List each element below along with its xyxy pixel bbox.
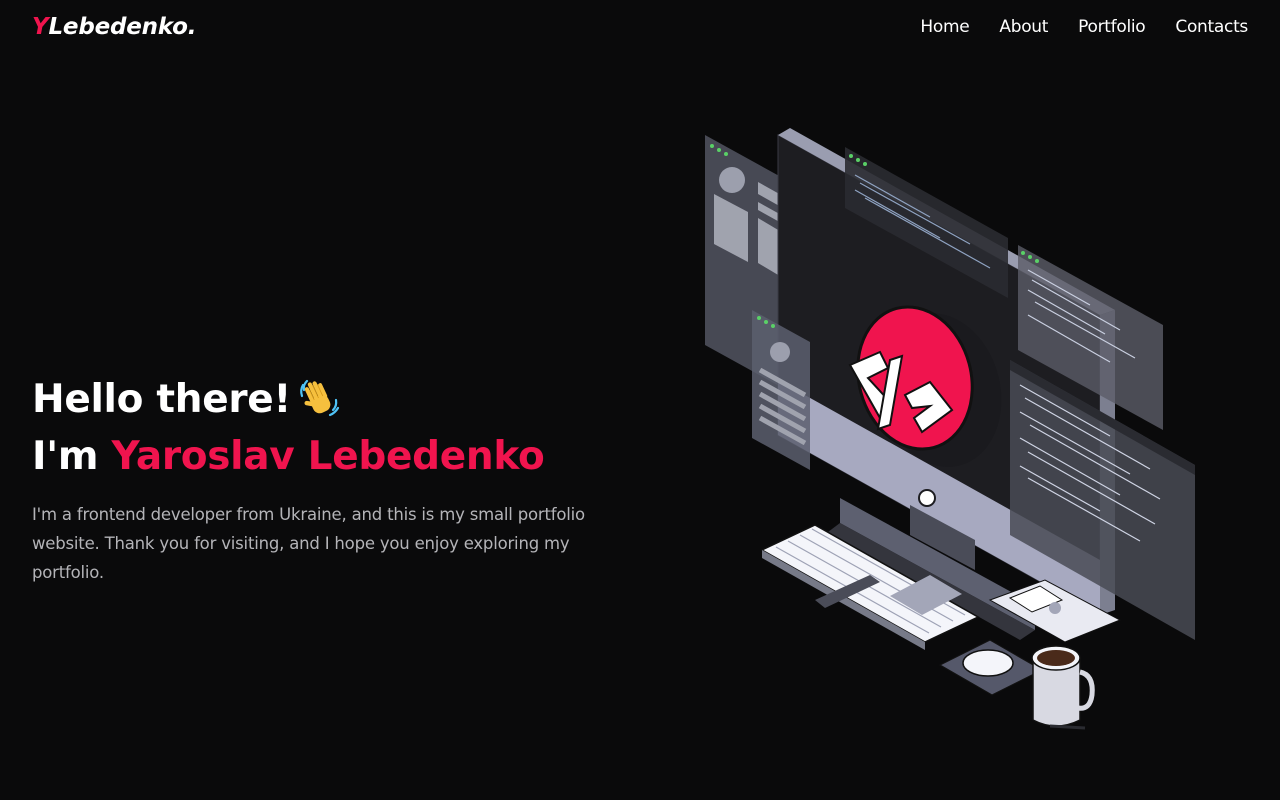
waving-hand-icon [297,376,341,420]
site-header: YLebedenko. Home About Portfolio Contact… [0,0,1280,58]
hero-intro: I'm Yaroslav Lebedenko [32,428,632,486]
nav-contacts-link[interactable]: Contacts [1175,17,1248,37]
hero-description: I'm a frontend developer from Ukraine, a… [32,505,585,582]
logo-text: Lebedenko. [48,14,197,40]
logo-initial: Y [32,14,49,40]
nav-home-link[interactable]: Home [920,17,969,37]
portfolio-page: YLebedenko. Home About Portfolio Contact… [0,0,1280,800]
nav-portfolio-link[interactable]: Portfolio [1078,17,1146,37]
mouse [938,639,1044,696]
site-logo[interactable]: YLebedenko. [32,14,196,40]
developer-workstation-illustration [690,120,1220,740]
coffee-mug [1031,645,1095,730]
developer-name: Yaroslav Lebedenko [111,434,545,479]
nav-about-link[interactable]: About [999,17,1048,37]
intro-prefix: I'm [32,434,112,479]
hero-section: Hello there! I'm Yaroslav Lebedenko I'm … [32,372,632,587]
greeting-text: Hello there! [32,377,291,422]
hero-greeting: Hello there! [32,372,632,428]
main-nav: Home About Portfolio Contacts [920,17,1248,37]
